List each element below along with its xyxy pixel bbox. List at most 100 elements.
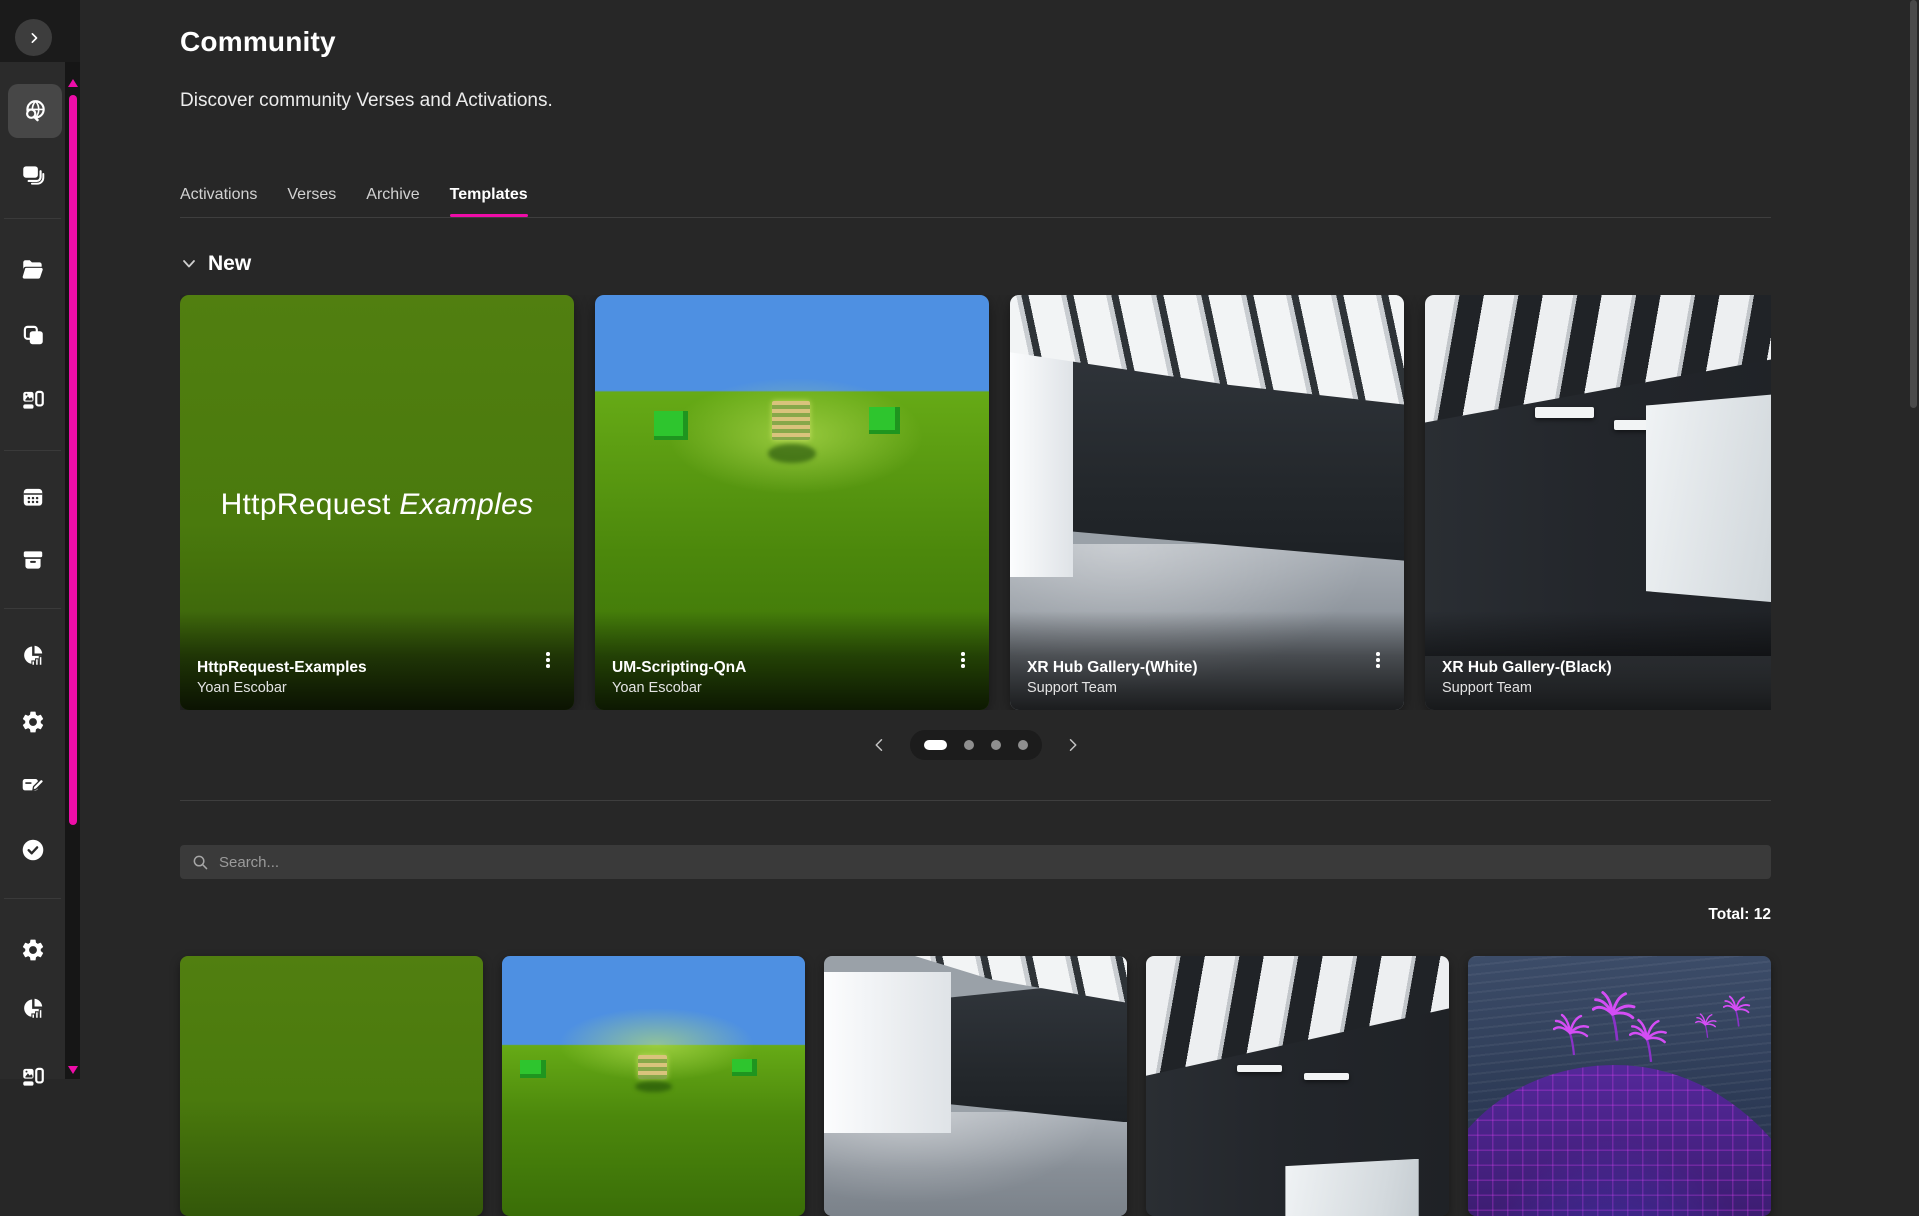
template-card[interactable] [180, 956, 483, 1216]
template-card[interactable] [1468, 956, 1771, 1216]
chevron-left-icon [871, 736, 889, 754]
template-card[interactable]: XR Hub Gallery-(White) Support Team [1010, 295, 1404, 710]
total-count-label: Total: 12 [1708, 906, 1771, 924]
copy-pages-icon [20, 322, 46, 348]
card-meta: UM-Scripting-QnA Yoan Escobar [595, 611, 989, 710]
media-panel-icon [20, 1064, 46, 1090]
carousel-pager [180, 727, 1771, 763]
card-meta: XR Hub Gallery-(White) Support Team [1010, 611, 1404, 710]
sidebar-item-usage[interactable] [0, 995, 65, 1021]
check-circle-icon [20, 837, 46, 863]
gear-icon [20, 709, 46, 735]
chevron-right-icon [1063, 736, 1081, 754]
search-input[interactable] [219, 854, 1759, 871]
template-card[interactable] [824, 956, 1127, 1216]
template-card[interactable] [502, 956, 805, 1216]
tab-activations[interactable]: Activations [180, 172, 257, 217]
kebab-menu-icon[interactable] [1368, 648, 1388, 672]
card-author: Yoan Escobar [197, 678, 557, 698]
pie-chart-stats-icon [20, 995, 46, 1021]
sidebar-item-approvals[interactable] [0, 837, 65, 863]
new-section-header[interactable]: New [180, 252, 251, 276]
template-card[interactable]: UM-Scripting-QnA Yoan Escobar [595, 295, 989, 710]
sidebar-item-analytics[interactable] [0, 642, 65, 668]
scroll-down-arrow[interactable] [68, 1066, 78, 1074]
sidebar-divider [4, 218, 61, 219]
tab-templates[interactable]: Templates [450, 172, 528, 217]
sidebar-item-media[interactable] [0, 387, 65, 413]
sidebar-item-files[interactable] [0, 257, 65, 283]
calendar-grid-icon [20, 484, 46, 510]
window-scrollbar-thumb[interactable] [1910, 0, 1917, 408]
sidebar-item-assets[interactable] [0, 322, 65, 348]
thumbnail-text: HttpRequest Examples [180, 488, 574, 522]
sidebar-item-settings[interactable] [0, 709, 65, 735]
palm-tree-icon [1695, 1013, 1719, 1039]
globe-search-icon [22, 98, 48, 124]
sidebar-item-preferences[interactable] [0, 937, 65, 963]
search-bar [180, 845, 1771, 879]
sidebar-divider [4, 898, 61, 899]
sidebar-item-community[interactable] [8, 84, 62, 138]
tab-archive[interactable]: Archive [366, 172, 419, 217]
page-title: Community [180, 26, 336, 58]
pager-prev-button[interactable] [870, 735, 890, 755]
folder-open-icon [20, 257, 46, 283]
main-area: Community Discover community Verses and … [80, 0, 1919, 1079]
section-divider [180, 800, 1771, 801]
sidebar-scrollbar [65, 62, 80, 1079]
templates-grid-row [180, 956, 1771, 1216]
sidebar-item-archive[interactable] [0, 547, 65, 573]
scroll-up-arrow[interactable] [68, 79, 78, 87]
page-subtitle: Discover community Verses and Activation… [180, 90, 553, 112]
card-title: XR Hub Gallery-(Black) [1442, 657, 1771, 678]
gear-icon [20, 937, 46, 963]
chevron-down-icon [180, 255, 198, 273]
sidebar [0, 0, 80, 1079]
layers-icon [20, 162, 46, 188]
card-author: Support Team [1027, 678, 1387, 698]
palm-tree-icon [1723, 995, 1753, 1028]
window-scrollbar [1910, 0, 1917, 1079]
pager-dot-1[interactable] [924, 740, 947, 750]
card-thumbnail [824, 956, 1127, 1216]
card-meta: HttpRequest-Examples Yoan Escobar [180, 611, 574, 710]
card-meta: XR Hub Gallery-(Black) Support Team [1425, 611, 1771, 710]
tab-verses[interactable]: Verses [287, 172, 336, 217]
card-thumbnail [502, 956, 805, 1216]
sidebar-item-events[interactable] [0, 484, 65, 510]
sidebar-expand-button[interactable] [15, 19, 52, 56]
template-card[interactable] [1146, 956, 1449, 1216]
card-author: Yoan Escobar [612, 678, 972, 698]
palm-tree-icon [1553, 1013, 1593, 1057]
card-title: XR Hub Gallery-(White) [1027, 657, 1387, 678]
new-templates-carousel: HttpRequest Examples HttpRequest-Example… [180, 295, 1771, 710]
pie-chart-stats-icon [20, 642, 46, 668]
pager-dot-3[interactable] [991, 740, 1001, 750]
archive-box-icon [20, 547, 46, 573]
pager-dot-4[interactable] [1018, 740, 1028, 750]
sidebar-item-gallery[interactable] [0, 1064, 65, 1090]
pager-dot-2[interactable] [964, 740, 974, 750]
card-thumbnail [180, 956, 483, 1216]
card-author: Support Team [1442, 678, 1771, 698]
card-thumbnail [1468, 956, 1771, 1216]
section-title: New [208, 252, 251, 276]
scrollbar-thumb[interactable] [69, 95, 77, 825]
sidebar-divider [4, 450, 61, 451]
sidebar-item-collections[interactable] [0, 162, 65, 188]
card-thumbnail [1146, 956, 1449, 1216]
template-card[interactable]: HttpRequest Examples HttpRequest-Example… [180, 295, 574, 710]
palm-tree-icon [1629, 1018, 1671, 1064]
template-card[interactable]: XR Hub Gallery-(Black) Support Team [1425, 295, 1771, 710]
card-title: HttpRequest-Examples [197, 657, 557, 678]
kebab-menu-icon[interactable] [953, 648, 973, 672]
sidebar-item-licenses[interactable] [0, 772, 65, 798]
kebab-menu-icon[interactable] [538, 648, 558, 672]
chevron-right-icon [24, 28, 44, 48]
media-panel-icon [20, 387, 46, 413]
tab-bar: Activations Verses Archive Templates [180, 172, 1771, 218]
search-icon [192, 854, 209, 871]
pager-next-button[interactable] [1062, 735, 1082, 755]
card-edit-icon [20, 772, 46, 798]
